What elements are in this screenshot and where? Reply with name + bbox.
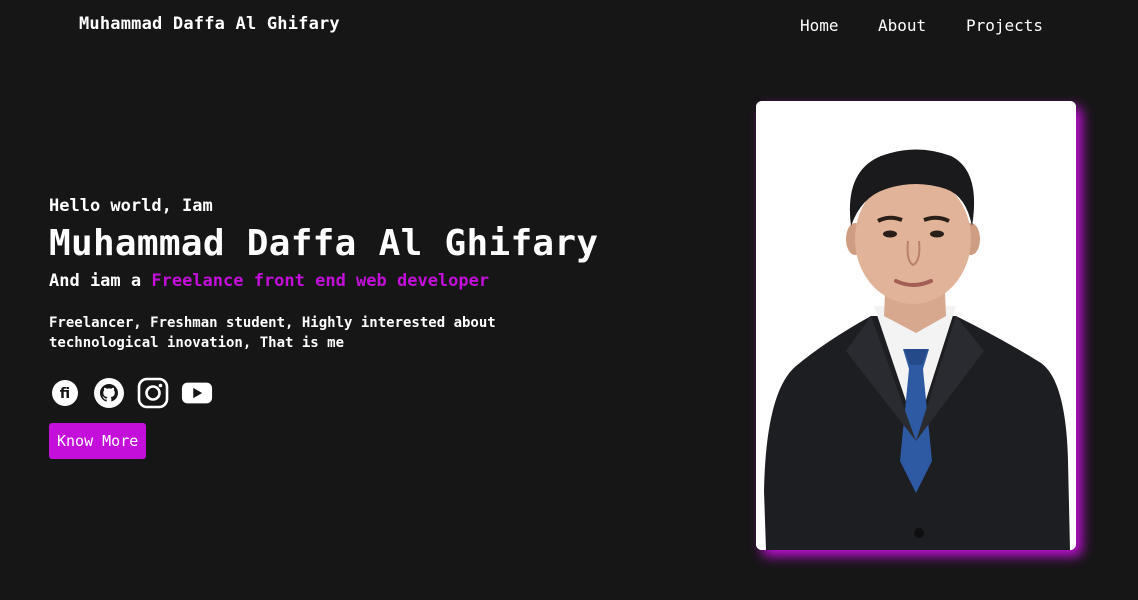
hero-name: Muhammad Daffa Al Ghifary [49, 223, 599, 264]
nav-projects-link[interactable]: Projects [966, 16, 1043, 35]
know-more-button[interactable]: Know More [49, 423, 147, 459]
svg-text:fi: fi [60, 386, 70, 402]
profile-portrait [756, 101, 1076, 550]
nav-about-link[interactable]: About [878, 16, 926, 35]
social-links: fi [49, 377, 689, 409]
hero-bio: Freelancer, Freshman student, Highly int… [49, 315, 496, 351]
site-brand[interactable]: Muhammad Daffa Al Ghifary [79, 14, 340, 34]
hero-section: Hello world, Iam Muhammad Daffa Al Ghifa… [49, 195, 689, 459]
hero-role: And iam a Freelance front end web develo… [49, 269, 689, 293]
hero-role-prefix: And iam a [49, 271, 152, 291]
hero-greeting: Hello world, Iam [49, 196, 213, 216]
hero-role-highlight: Freelance front end web developer [151, 271, 490, 291]
portfolio-page: Muhammad Daffa Al Ghifary Home About Pro… [0, 0, 1138, 600]
nav-home-link[interactable]: Home [800, 16, 839, 35]
youtube-icon[interactable] [181, 377, 213, 409]
instagram-icon[interactable] [137, 377, 169, 409]
fastwork-icon[interactable]: fi [49, 377, 81, 409]
github-icon[interactable] [93, 377, 125, 409]
profile-photo [756, 101, 1076, 550]
